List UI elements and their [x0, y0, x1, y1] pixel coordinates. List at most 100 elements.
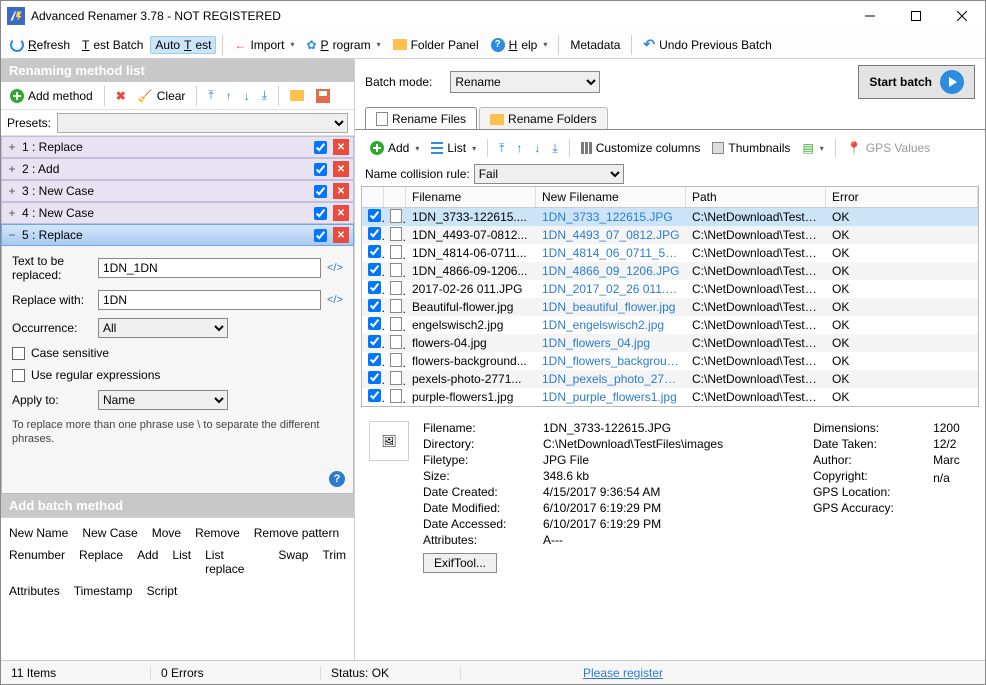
regex-checkbox[interactable]	[12, 369, 25, 382]
table-row[interactable]: flowers-04.jpg 1DN_flowers_04.jpg C:\Net…	[362, 334, 978, 352]
occurrence-select[interactable]: All	[98, 318, 228, 338]
table-row[interactable]: 1DN_4493-07-0812... 1DN_4493_07_0812.JPG…	[362, 226, 978, 244]
addbatch-replace[interactable]: Replace	[79, 548, 123, 576]
table-row[interactable]: 1DN_3733-122615.... 1DN_3733_122615.JPG …	[362, 208, 978, 226]
addbatch-timestamp[interactable]: Timestamp	[74, 584, 133, 598]
tag-icon[interactable]: </>	[327, 292, 343, 308]
file-move-down-button[interactable]: ↓	[529, 139, 545, 157]
file-move-up-button[interactable]: ↑	[511, 139, 527, 157]
text-replace-input[interactable]	[98, 258, 321, 278]
tab-rename-files[interactable]: Rename Files	[365, 107, 477, 130]
row-checkbox[interactable]	[368, 263, 381, 276]
method-help-icon[interactable]: ?	[329, 471, 345, 487]
table-row[interactable]: purple-flowers1.jpg 1DN_purple_flowers1.…	[362, 388, 978, 406]
row-checkbox[interactable]	[368, 209, 381, 222]
method-enable-checkbox[interactable]	[314, 207, 327, 220]
collapse-icon[interactable]: −	[6, 228, 18, 242]
metadata-button[interactable]: Metadata	[565, 36, 625, 54]
save-preset-button[interactable]	[311, 87, 335, 105]
program-button[interactable]: ✿Program▾	[301, 36, 385, 54]
method-5-header[interactable]: − 5 : Replace ✕	[1, 224, 354, 246]
exiftool-button[interactable]: ExifTool...	[423, 553, 497, 573]
file-move-top-button[interactable]: ⤒	[494, 139, 509, 158]
addbatch-new-name[interactable]: New Name	[9, 526, 68, 540]
addbatch-add[interactable]: Add	[137, 548, 158, 576]
row-checkbox[interactable]	[368, 335, 381, 348]
thumbnails-button[interactable]: Thumbnails	[707, 139, 795, 157]
test-batch-button[interactable]: Test Batch	[77, 36, 148, 54]
table-row[interactable]: 2017-02-26 011.JPG 1DN_2017_02_26 011.JP…	[362, 280, 978, 298]
table-row[interactable]: 1DN_4866-09-1206... 1DN_4866_09_1206.JPG…	[362, 262, 978, 280]
method-remove-button[interactable]: ✕	[333, 139, 349, 155]
collision-select[interactable]: Fail	[474, 164, 624, 184]
method-remove-button[interactable]: ✕	[333, 161, 349, 177]
method-4-header[interactable]: + 4 : New Case ✕	[1, 202, 354, 224]
method-3-header[interactable]: + 3 : New Case ✕	[1, 180, 354, 202]
presets-select[interactable]	[57, 113, 348, 133]
addbatch-list[interactable]: List	[172, 548, 191, 576]
method-enable-checkbox[interactable]	[314, 185, 327, 198]
tab-rename-folders[interactable]: Rename Folders	[479, 107, 608, 130]
row-checkbox[interactable]	[368, 281, 381, 294]
method-enable-checkbox[interactable]	[314, 141, 327, 154]
method-1-header[interactable]: + 1 : Replace ✕	[1, 136, 354, 158]
expand-icon[interactable]: +	[6, 162, 18, 176]
folder-panel-button[interactable]: Folder Panel	[388, 36, 484, 54]
register-link[interactable]: Please register	[461, 666, 785, 680]
addbatch-script[interactable]: Script	[147, 584, 178, 598]
file-move-bottom-button[interactable]: ⤓	[547, 139, 562, 158]
help-button[interactable]: ?Help▾	[486, 36, 553, 54]
expand-icon[interactable]: +	[6, 140, 18, 154]
addbatch-remove[interactable]: Remove	[195, 526, 240, 540]
layout-button[interactable]: ▤▾	[797, 139, 828, 157]
method-enable-checkbox[interactable]	[314, 163, 327, 176]
auto-test-button[interactable]: Auto Test	[150, 36, 216, 54]
row-checkbox[interactable]	[368, 299, 381, 312]
addbatch-trim[interactable]: Trim	[322, 548, 346, 576]
customize-columns-button[interactable]: Customize columns	[576, 139, 706, 157]
add-files-button[interactable]: Add▾	[365, 139, 424, 157]
row-checkbox[interactable]	[368, 371, 381, 384]
delete-method-button[interactable]: ✖	[111, 87, 131, 105]
tag-icon[interactable]: </>	[327, 260, 343, 276]
table-row[interactable]: 1DN_4814-06-0711... 1DN_4814_06_0711_5x7…	[362, 244, 978, 262]
clear-methods-button[interactable]: 🧹Clear	[133, 87, 191, 105]
method-2-header[interactable]: + 2 : Add ✕	[1, 158, 354, 180]
col-path[interactable]: Path	[686, 187, 826, 207]
row-checkbox[interactable]	[368, 245, 381, 258]
method-remove-button[interactable]: ✕	[333, 183, 349, 199]
row-checkbox[interactable]	[368, 389, 381, 402]
move-top-button[interactable]: ⤒	[203, 86, 218, 105]
gps-button[interactable]: 📍GPS Values	[842, 139, 935, 157]
expand-icon[interactable]: +	[6, 206, 18, 220]
refresh-button[interactable]: Refresh	[5, 36, 75, 54]
move-down-button[interactable]: ↓	[239, 87, 255, 105]
table-row[interactable]: pexels-photo-2771... 1DN_pexels_photo_27…	[362, 370, 978, 388]
col-newfilename[interactable]: New Filename	[536, 187, 686, 207]
minimize-button[interactable]	[847, 1, 893, 31]
col-error[interactable]: Error	[826, 187, 978, 207]
row-checkbox[interactable]	[368, 317, 381, 330]
table-row[interactable]: Beautiful-flower.jpg 1DN_beautiful_flowe…	[362, 298, 978, 316]
list-button[interactable]: List▾	[426, 139, 481, 157]
addbatch-attributes[interactable]: Attributes	[9, 584, 60, 598]
addbatch-renumber[interactable]: Renumber	[9, 548, 65, 576]
move-bottom-button[interactable]: ⤓	[257, 86, 272, 105]
method-enable-checkbox[interactable]	[314, 229, 327, 242]
apply-to-select[interactable]: Name	[98, 390, 228, 410]
expand-icon[interactable]: +	[6, 184, 18, 198]
method-remove-button[interactable]: ✕	[333, 205, 349, 221]
open-preset-button[interactable]	[285, 88, 309, 103]
addbatch-remove-pattern[interactable]: Remove pattern	[254, 526, 339, 540]
table-row[interactable]: flowers-background... 1DN_flowers_backgr…	[362, 352, 978, 370]
batch-mode-select[interactable]: Rename	[450, 71, 600, 93]
addbatch-new-case[interactable]: New Case	[82, 526, 137, 540]
addbatch-move[interactable]: Move	[152, 526, 181, 540]
case-checkbox[interactable]	[12, 347, 25, 360]
row-checkbox[interactable]	[368, 227, 381, 240]
start-batch-button[interactable]: Start batch	[858, 65, 975, 99]
col-filename[interactable]: Filename	[406, 187, 536, 207]
close-button[interactable]	[939, 1, 985, 31]
addbatch-swap[interactable]: Swap	[278, 548, 308, 576]
method-remove-button[interactable]: ✕	[333, 227, 349, 243]
